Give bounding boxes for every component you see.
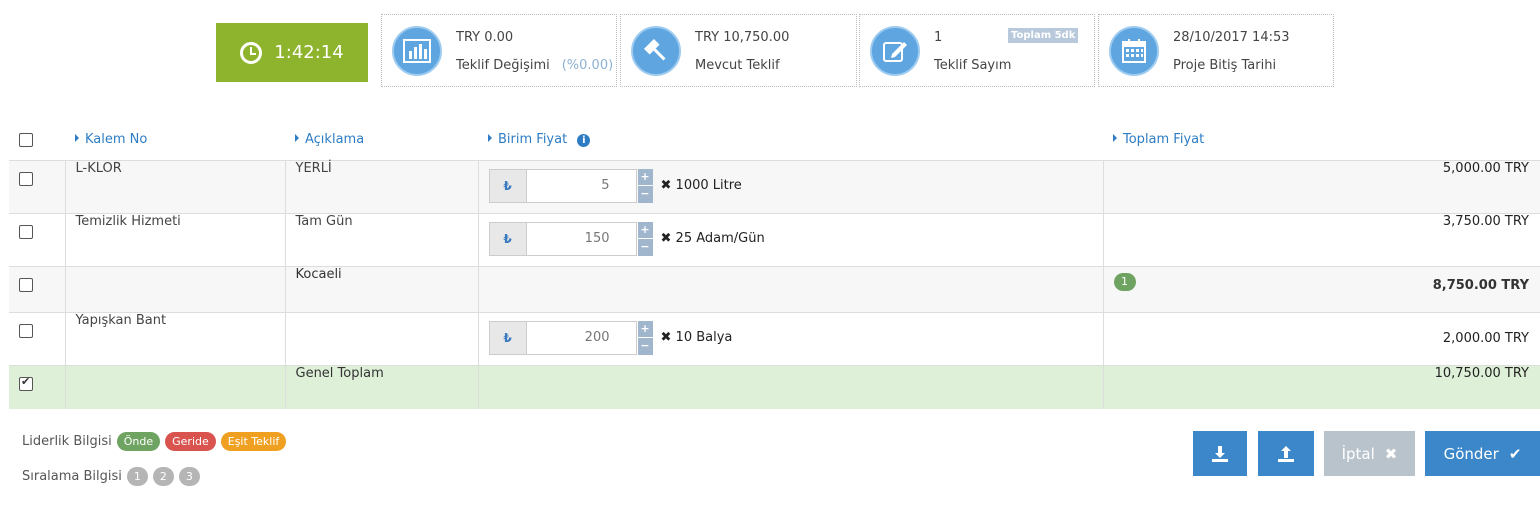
- ranking-label: Sıralama Bilgisi: [22, 469, 122, 484]
- stat-value: TRY 0.00: [456, 30, 514, 45]
- price-stepper[interactable]: + −: [637, 168, 653, 203]
- stat-bid-change: TRY 0.00 Teklif Değişimi (%0.00): [381, 14, 617, 87]
- col-kalem-no[interactable]: Kalem No: [65, 122, 285, 160]
- times-icon: ✖: [660, 178, 672, 193]
- stat-bid-count: 1 Toplam 5dk Teklif Sayım: [859, 14, 1095, 87]
- minus-icon[interactable]: −: [637, 338, 653, 355]
- unit-price-input[interactable]: [526, 168, 637, 203]
- total-time-badge: Toplam 5dk: [1008, 28, 1079, 43]
- clock-icon: [240, 41, 263, 64]
- total-cell: 8,750.00 TRY: [1432, 277, 1529, 293]
- stat-end-date: 28/10/2017 14:53 Proje Bitiş Tarihi: [1098, 14, 1334, 87]
- ranking-legend: Sıralama Bilgisi 1 2 3: [22, 467, 200, 486]
- row-checkbox[interactable]: [19, 277, 33, 292]
- equal-bid-badge: Eşit Teklif: [220, 432, 287, 451]
- stat-value: TRY 10,750.00: [695, 30, 790, 45]
- table-row: Kocaeli 1 8,750.00 TRY: [9, 266, 1540, 312]
- col-toplam-fiyat[interactable]: Toplam Fiyat: [1103, 122, 1540, 160]
- quantity-unit: 10 Balya: [675, 330, 733, 345]
- plus-icon[interactable]: +: [637, 168, 653, 185]
- row-checkbox[interactable]: [19, 224, 33, 239]
- select-all-checkbox[interactable]: [19, 133, 33, 147]
- behind-badge: Geride: [165, 432, 216, 451]
- kalem-no-cell: Yapışkan Bant: [65, 312, 286, 365]
- gavel-icon: [631, 26, 681, 76]
- calendar-icon: [1109, 26, 1159, 76]
- aciklama-cell: Genel Toplam: [285, 365, 479, 409]
- lira-icon: ₺: [488, 168, 527, 203]
- bar-chart-icon: [392, 26, 442, 76]
- close-icon: ✖: [1384, 444, 1398, 463]
- aciklama-cell: [285, 312, 479, 365]
- timer-value: 1:42:14: [274, 42, 344, 63]
- row-checkbox[interactable]: [19, 375, 33, 391]
- ahead-badge: Önde: [116, 432, 161, 451]
- aciklama-cell: Kocaeli: [285, 266, 479, 312]
- stat-label: Teklif Değişimi: [456, 58, 550, 73]
- total-cell: 5,000.00 TRY: [1442, 160, 1529, 176]
- quantity-unit: 1000 Litre: [675, 178, 742, 193]
- rank-badge: 3: [178, 467, 200, 486]
- aciklama-cell: YERLİ: [285, 160, 479, 213]
- unit-price-field: ₺ +− ✖ 25 Adam/Gün: [488, 221, 1093, 256]
- rank-badge: 1: [126, 467, 148, 486]
- plus-icon[interactable]: +: [637, 221, 653, 238]
- unit-price-field: ₺ +− ✖ 10 Balya: [488, 320, 1093, 355]
- send-label: Gönder: [1443, 444, 1499, 463]
- total-cell: 3,750.00 TRY: [1442, 213, 1529, 229]
- rank-badge: 1: [1113, 272, 1136, 291]
- quantity-unit: 25 Adam/Gün: [675, 231, 765, 246]
- times-icon: ✖: [660, 330, 672, 345]
- price-stepper[interactable]: + −: [637, 221, 653, 256]
- table-row: L-KLOR YERLİ ₺ +− ✖ 1000 Litre 5,000.00 …: [9, 160, 1540, 213]
- price-stepper[interactable]: + −: [637, 320, 653, 355]
- stat-label: Teklif Sayım: [934, 58, 1012, 73]
- check-icon: ✔: [1508, 444, 1522, 463]
- stat-value: 1: [934, 30, 943, 45]
- table-row: Temizlik Hizmeti Tam Gün ₺ +− ✖ 25 Adam/…: [9, 213, 1540, 266]
- edit-icon: [870, 26, 920, 76]
- upload-button[interactable]: [1258, 431, 1314, 476]
- kalem-no-cell: Temizlik Hizmeti: [65, 213, 286, 266]
- download-button[interactable]: [1193, 431, 1247, 476]
- bid-items-table: Kalem No Açıklama Birim Fiyat i Toplam F…: [9, 122, 1540, 409]
- plus-icon[interactable]: +: [637, 320, 653, 337]
- unit-price-input[interactable]: [526, 221, 637, 256]
- stat-label: Mevcut Teklif: [695, 58, 780, 73]
- upload-icon: [1278, 445, 1294, 462]
- stat-label: Proje Bitiş Tarihi: [1173, 58, 1277, 73]
- unit-price-field: ₺ +− ✖ 1000 Litre: [488, 168, 1093, 203]
- download-icon: [1212, 445, 1228, 462]
- cancel-label: İptal: [1341, 444, 1375, 463]
- kalem-no-cell: [65, 266, 286, 312]
- leadership-label: Liderlik Bilgisi: [22, 434, 112, 449]
- lira-icon: ₺: [488, 221, 527, 256]
- grand-total-cell: 10,750.00 TRY: [1434, 365, 1529, 381]
- grand-total-row: Genel Toplam 10,750.00 TRY: [9, 365, 1540, 409]
- cancel-button[interactable]: İptal ✖: [1324, 431, 1415, 476]
- times-icon: ✖: [660, 231, 672, 246]
- stat-current-bid: TRY 10,750.00 Mevcut Teklif: [620, 14, 857, 87]
- info-icon[interactable]: i: [577, 134, 591, 147]
- rank-badge: 2: [152, 467, 174, 486]
- row-checkbox[interactable]: [19, 171, 33, 186]
- col-aciklama[interactable]: Açıklama: [285, 122, 478, 160]
- leadership-legend: Liderlik Bilgisi Önde Geride Eşit Teklif: [22, 432, 287, 451]
- aciklama-cell: Tam Gün: [285, 213, 479, 266]
- col-birim-fiyat[interactable]: Birim Fiyat i: [478, 122, 1103, 160]
- lira-icon: ₺: [488, 320, 527, 355]
- total-cell: 2,000.00 TRY: [1442, 330, 1529, 346]
- unit-price-input[interactable]: [526, 320, 637, 355]
- row-checkbox[interactable]: [19, 323, 33, 338]
- countdown-timer: 1:42:14: [216, 23, 368, 82]
- kalem-no-cell: L-KLOR: [65, 160, 286, 213]
- send-button[interactable]: Gönder ✔: [1425, 431, 1540, 476]
- table-row: Yapışkan Bant ₺ +− ✖ 10 Balya 2,000.00 T…: [9, 312, 1540, 365]
- minus-icon[interactable]: −: [637, 239, 653, 256]
- stat-percent: (%0.00): [561, 58, 614, 73]
- minus-icon[interactable]: −: [637, 186, 653, 203]
- table-header-row: Kalem No Açıklama Birim Fiyat i Toplam F…: [9, 122, 1540, 160]
- stat-value: 28/10/2017 14:53: [1173, 30, 1290, 45]
